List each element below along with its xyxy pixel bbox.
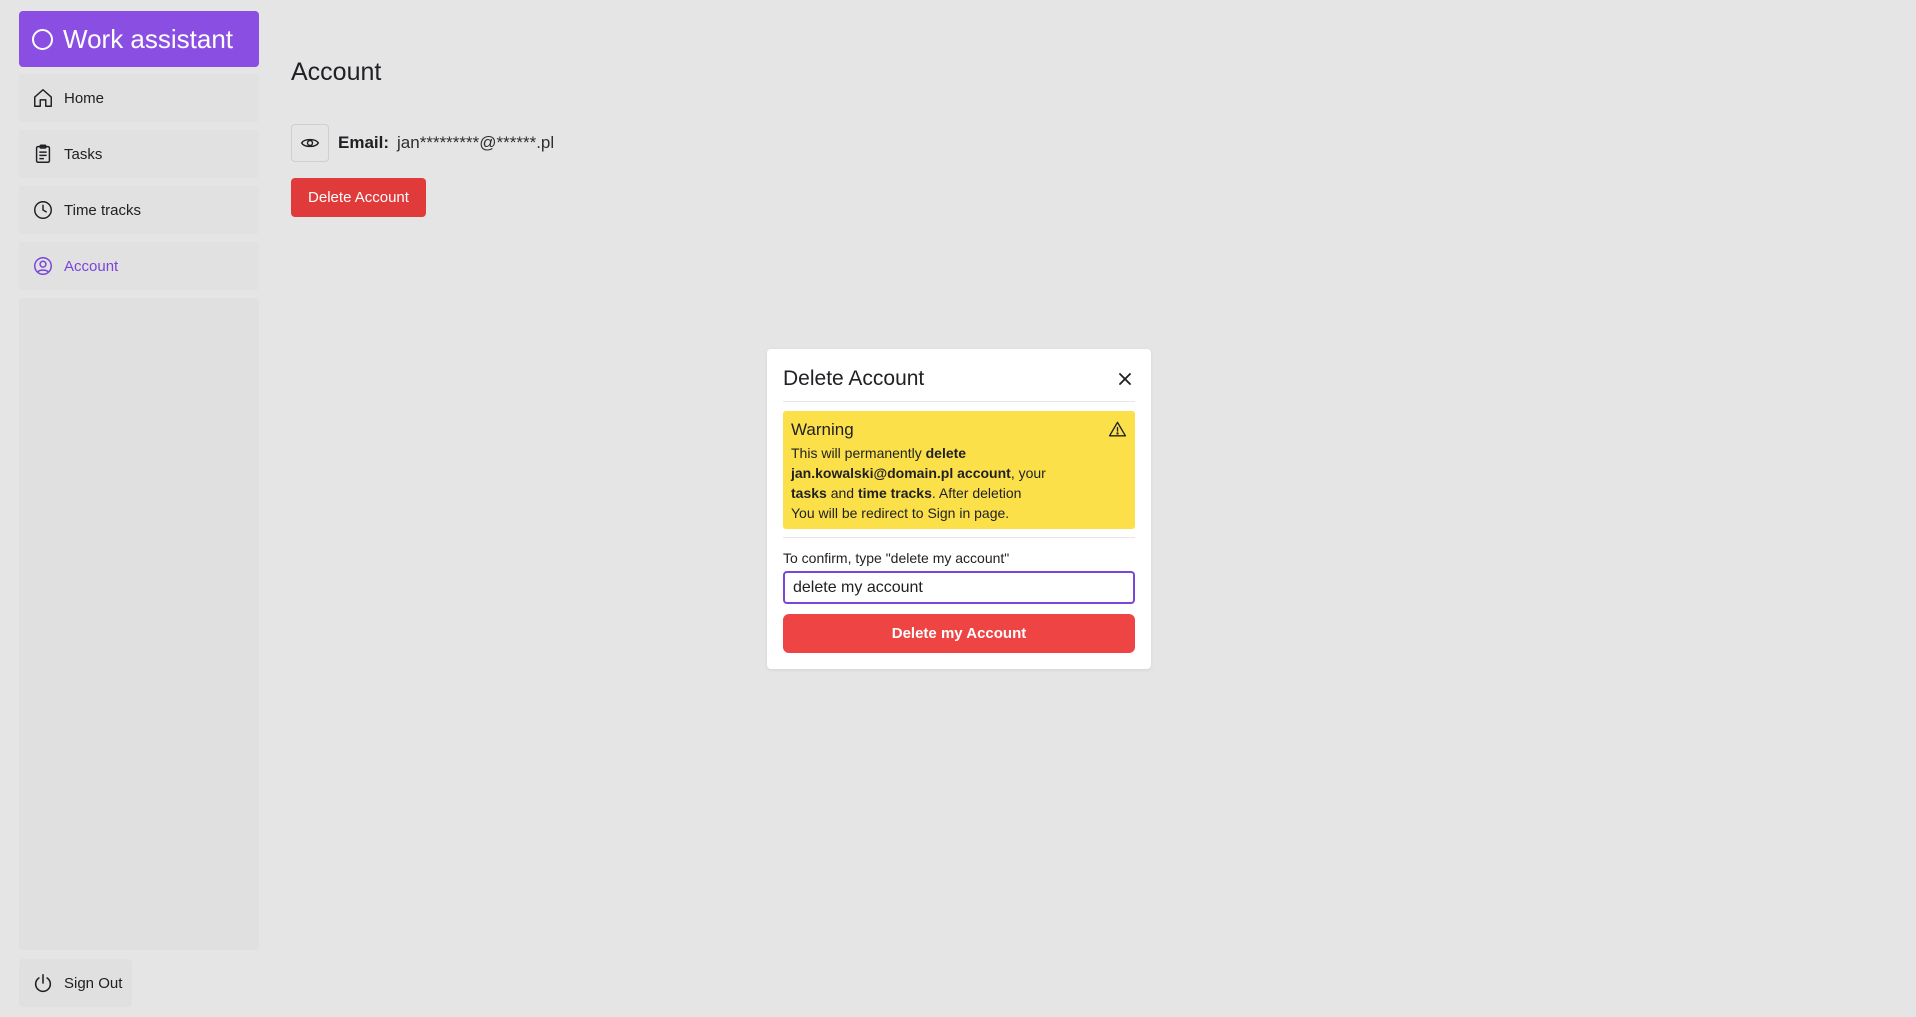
sidebar-item-label: Time tracks xyxy=(64,201,141,219)
eye-icon xyxy=(300,138,320,148)
sign-out-label: Sign Out xyxy=(64,974,123,992)
sidebar-empty-area xyxy=(19,298,259,950)
clipboard-icon xyxy=(35,144,51,163)
warning-bold-delete: delete xyxy=(925,445,967,461)
confirm-label: To confirm, type "delete my account" xyxy=(783,550,1010,566)
email-value: jan*********@******.pl xyxy=(397,133,555,152)
user-circle-icon xyxy=(34,257,52,275)
delete-account-modal: Delete Account Warning This will permane… xyxy=(767,349,1151,669)
warning-text-part: and xyxy=(826,485,858,501)
logo-circle-icon xyxy=(32,28,53,50)
modal-divider-bottom xyxy=(783,537,1135,538)
home-icon xyxy=(34,89,52,107)
sidebar-item-account[interactable]: Account xyxy=(19,242,259,290)
warning-bold-account: jan.kowalski@domain.pl account xyxy=(791,465,1011,481)
modal-divider-top xyxy=(783,401,1135,402)
warning-text-part: . After deletion xyxy=(931,485,1022,501)
warning-text-part: , your xyxy=(1010,465,1046,481)
app-title: Work assistant xyxy=(63,23,234,54)
reveal-email-button[interactable] xyxy=(291,124,329,162)
warning-triangle-icon xyxy=(1108,421,1127,437)
warning-bold-tasks: tasks xyxy=(791,485,827,501)
sign-out-button[interactable]: Sign Out xyxy=(19,959,132,1007)
warning-title: Warning xyxy=(791,420,854,439)
confirm-input[interactable] xyxy=(783,571,1135,604)
app-brand[interactable]: Work assistant xyxy=(19,11,259,67)
sidebar-item-tasks[interactable]: Tasks xyxy=(19,130,259,178)
sidebar-item-label: Home xyxy=(64,89,105,107)
close-icon xyxy=(1119,373,1131,385)
delete-my-account-button[interactable]: Delete my Account xyxy=(783,614,1135,653)
warning-bold-time-tracks: time tracks xyxy=(857,485,932,501)
app-root: Work assistant Home Tasks Time tracks Ac… xyxy=(0,0,1916,1017)
clock-icon xyxy=(34,201,52,219)
warning-alert: Warning This will permanently delete jan… xyxy=(783,411,1135,529)
warning-text-part: You will be redirect to Sign in page. xyxy=(791,505,1010,521)
email-label: Email: xyxy=(338,133,390,152)
page-title: Account xyxy=(291,58,382,86)
sidebar-item-label: Account xyxy=(64,257,119,275)
power-icon xyxy=(34,973,52,993)
modal-title: Delete Account xyxy=(783,367,925,390)
sidebar-item-label: Tasks xyxy=(64,145,103,163)
close-button[interactable] xyxy=(1115,369,1135,389)
warning-text-part: This will permanently xyxy=(791,445,926,461)
sidebar-item-home[interactable]: Home xyxy=(19,74,259,122)
warning-text: This will permanently delete jan.kowalsk… xyxy=(791,443,1127,523)
email-row: Email: jan*********@******.pl xyxy=(291,124,554,162)
delete-account-button[interactable]: Delete Account xyxy=(291,178,426,217)
sidebar-item-time-tracks[interactable]: Time tracks xyxy=(19,186,259,234)
